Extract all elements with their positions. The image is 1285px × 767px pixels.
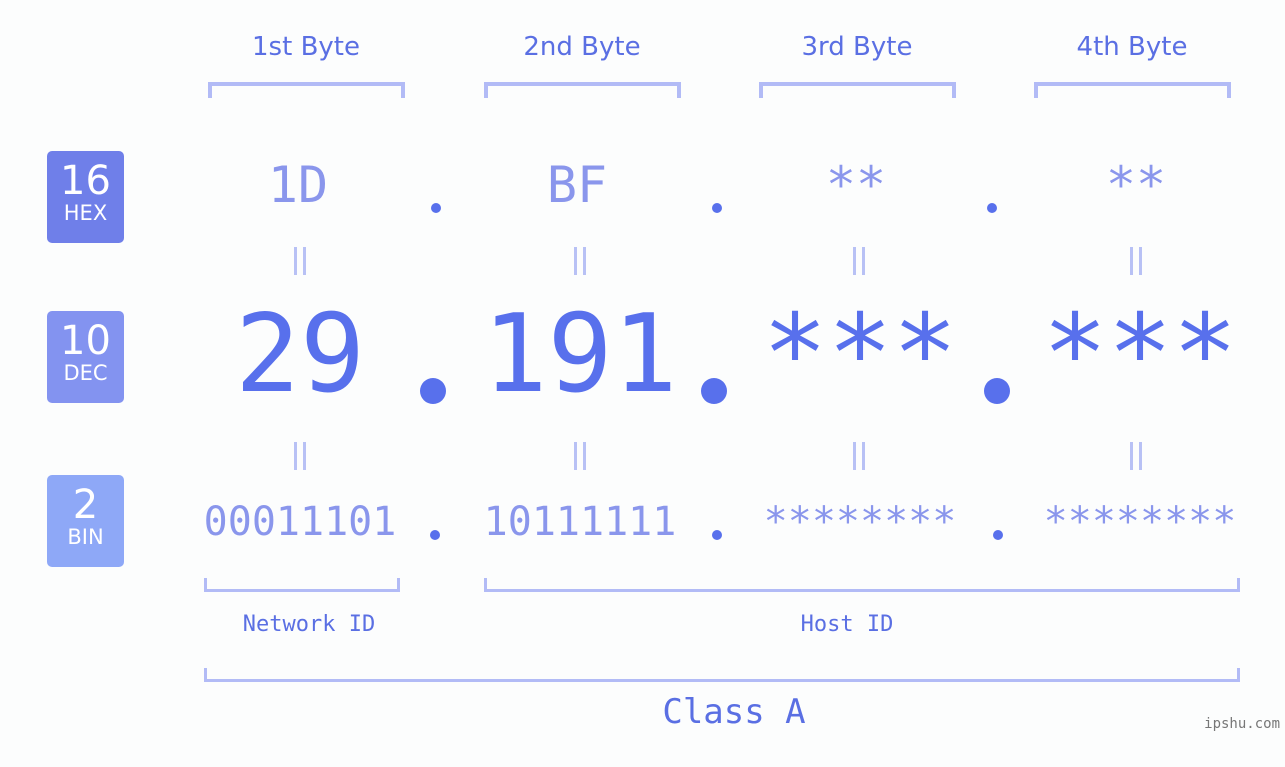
equals-icon	[849, 442, 869, 470]
hex-separator-dot	[987, 203, 997, 213]
host-id-bracket	[484, 578, 1240, 592]
equals-icon	[1126, 442, 1146, 470]
dec-badge: 10 DEC	[47, 311, 124, 403]
dec-byte-3: ***	[762, 292, 958, 417]
hex-byte-3: **	[825, 156, 887, 214]
bin-byte-3: ********	[763, 499, 957, 545]
dec-base: 10	[60, 318, 111, 364]
bin-byte-4: ********	[1043, 499, 1237, 545]
hex-separator-dot	[431, 203, 441, 213]
dec-separator-dot	[420, 378, 446, 404]
hex-badge: 16 HEX	[47, 151, 124, 243]
bin-base: 2	[72, 482, 99, 528]
hex-byte-1: 1D	[267, 156, 329, 214]
byte-header-3: 3rd Byte	[801, 32, 913, 62]
bin-separator-dot	[993, 530, 1003, 540]
dec-byte-2: 191	[482, 292, 678, 417]
hex-label: HEX	[63, 201, 108, 225]
equals-icon	[290, 442, 310, 470]
network-id-label: Network ID	[242, 612, 376, 637]
byte-bracket-3	[759, 82, 956, 98]
bin-separator-dot	[430, 530, 440, 540]
equals-icon	[1126, 247, 1146, 275]
byte-bracket-1	[208, 82, 405, 98]
class-bracket	[204, 668, 1240, 682]
equals-icon	[290, 247, 310, 275]
class-label: Class A	[662, 692, 806, 732]
hex-base: 16	[60, 158, 111, 204]
bin-byte-1: 00011101	[203, 499, 397, 545]
dec-byte-4: ***	[1042, 292, 1238, 417]
bin-byte-2: 10111111	[483, 499, 677, 545]
byte-bracket-2	[484, 82, 681, 98]
network-id-bracket	[204, 578, 400, 592]
hex-byte-2: BF	[546, 156, 608, 214]
dec-separator-dot	[984, 378, 1010, 404]
byte-header-1: 1st Byte	[252, 32, 360, 62]
hex-separator-dot	[712, 203, 722, 213]
dec-separator-dot	[701, 378, 727, 404]
watermark: ipshu.com	[1204, 716, 1280, 732]
equals-icon	[570, 247, 590, 275]
bin-label: BIN	[67, 525, 104, 549]
dec-byte-1: 29	[234, 292, 366, 417]
equals-icon	[849, 247, 869, 275]
byte-header-2: 2nd Byte	[523, 32, 641, 62]
byte-header-4: 4th Byte	[1076, 32, 1188, 62]
dec-label: DEC	[63, 361, 108, 385]
byte-bracket-4	[1034, 82, 1231, 98]
host-id-label: Host ID	[800, 612, 894, 637]
bin-badge: 2 BIN	[47, 475, 124, 567]
hex-byte-4: **	[1105, 156, 1167, 214]
bin-separator-dot	[712, 530, 722, 540]
equals-icon	[570, 442, 590, 470]
